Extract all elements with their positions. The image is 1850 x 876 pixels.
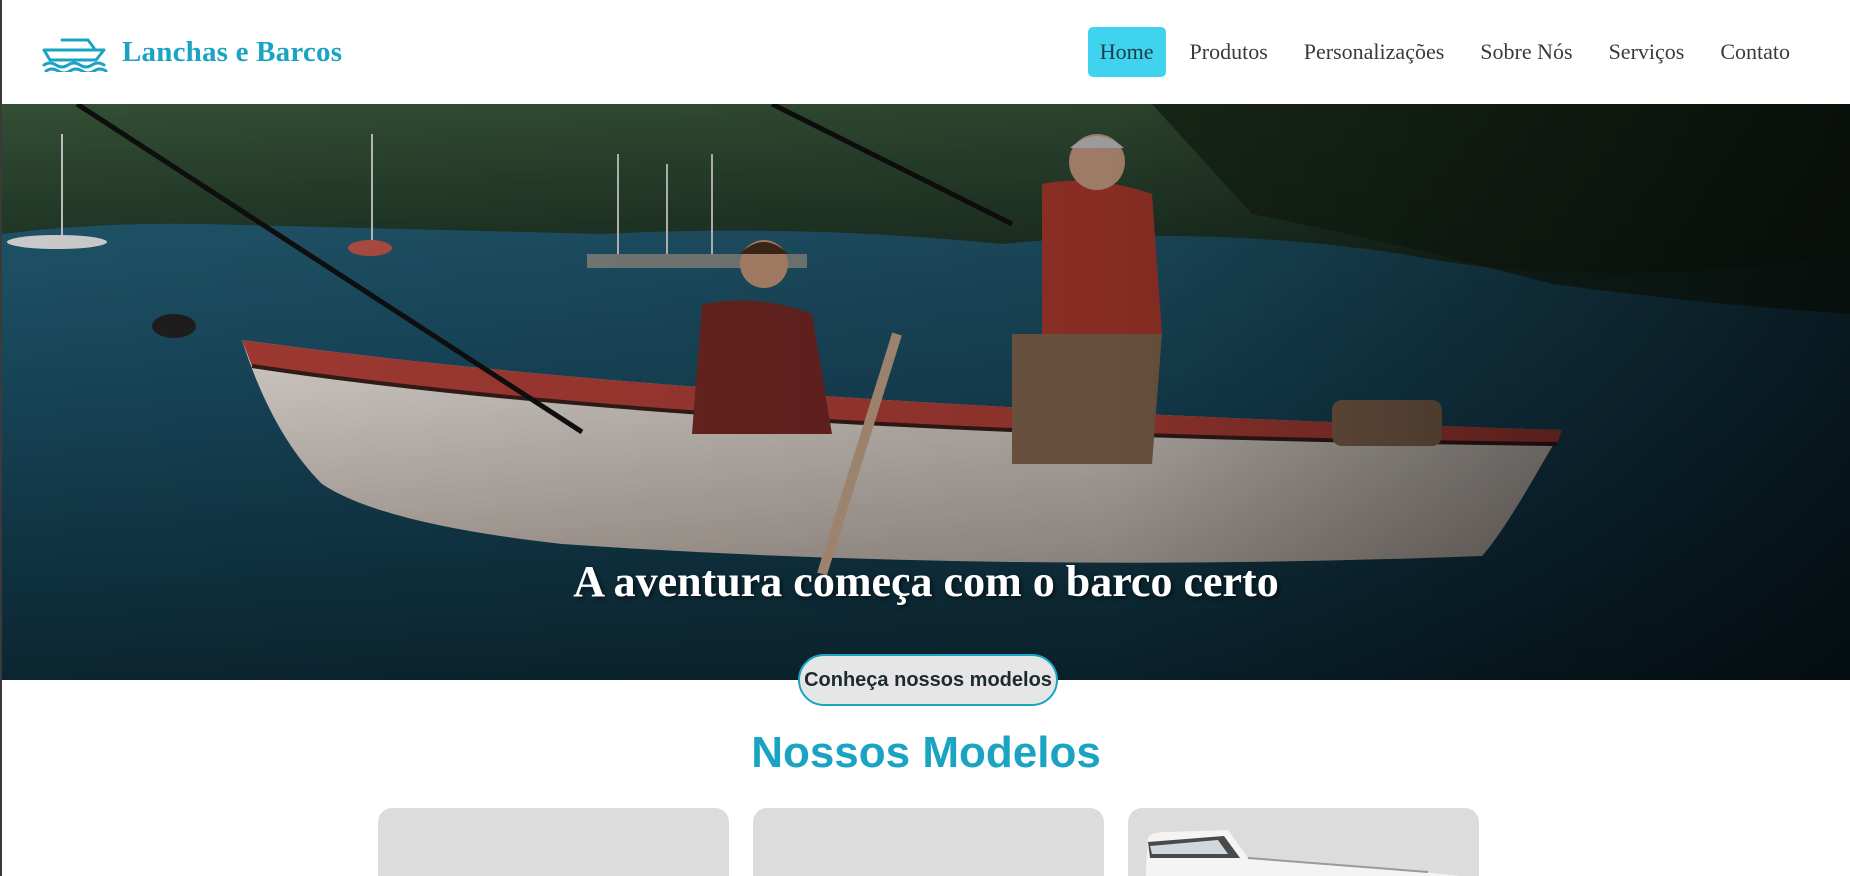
- site-header: Lanchas e Barcos Home Produtos Personali…: [2, 0, 1850, 104]
- model-card[interactable]: [378, 808, 729, 876]
- nav-personalizacoes[interactable]: Personalizações: [1292, 27, 1457, 77]
- models-card-list: [378, 808, 1479, 876]
- nav-contato[interactable]: Contato: [1708, 27, 1802, 77]
- cta-models-button[interactable]: Conheça nossos modelos: [798, 654, 1058, 706]
- main-nav: Home Produtos Personalizações Sobre Nós …: [1087, 27, 1802, 77]
- model-card[interactable]: [1128, 808, 1479, 876]
- speedboat-image: [1146, 830, 1461, 876]
- nav-produtos[interactable]: Produtos: [1178, 27, 1280, 77]
- hero-title: A aventura começa com o barco certo: [573, 557, 1279, 606]
- nav-sobre-nos[interactable]: Sobre Nós: [1468, 27, 1584, 77]
- nav-servicos[interactable]: Serviços: [1597, 27, 1697, 77]
- hero-banner: A aventura começa com o barco certo: [2, 104, 1850, 680]
- brand-name: Lanchas e Barcos: [122, 35, 343, 68]
- brand-logo[interactable]: Lanchas e Barcos: [40, 32, 342, 72]
- models-section-title: Nossos Modelos: [751, 728, 1101, 777]
- boat-icon: [42, 38, 108, 72]
- nav-home[interactable]: Home: [1087, 27, 1166, 77]
- model-card[interactable]: [753, 808, 1104, 876]
